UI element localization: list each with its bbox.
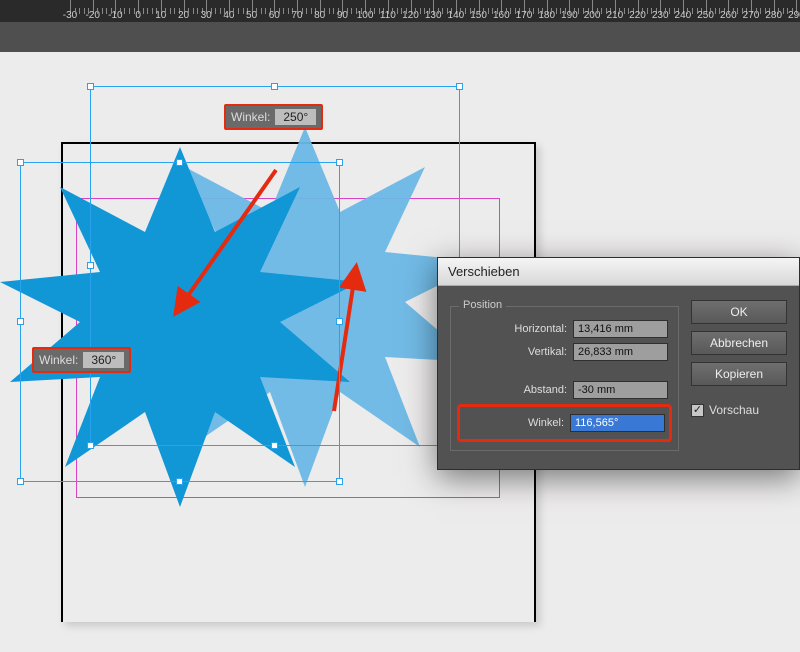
angle-tooltip-360: Winkel: 360° [32, 347, 131, 373]
vertical-row: Vertikal: [461, 343, 668, 361]
ruler-horizontal: -30-20-100102030405060708090100110120130… [0, 0, 800, 22]
angle-tooltip-label: Winkel: [39, 353, 78, 367]
selection-box-ghost[interactable] [90, 86, 460, 446]
cancel-button[interactable]: Abbrechen [691, 331, 787, 355]
angle-tooltip-250: Winkel: 250° [224, 104, 323, 130]
move-dialog[interactable]: Verschieben Position Horizontal: Vertika… [437, 257, 800, 470]
toolbar-dark-strip [0, 22, 800, 52]
angle-highlight: Winkel: [457, 404, 672, 442]
angle-tooltip-value: 250° [275, 109, 316, 125]
angle-input[interactable] [570, 414, 665, 432]
distance-label: Abstand: [524, 384, 567, 396]
horizontal-input[interactable] [573, 320, 668, 338]
preview-checkbox[interactable]: ✓ Vorschau [691, 403, 787, 417]
canvas-area[interactable]: Winkel: 250° Winkel: 360° Verschieben Po… [0, 52, 800, 600]
copy-button[interactable]: Kopieren [691, 362, 787, 386]
distance-input[interactable] [573, 381, 668, 399]
dialog-title[interactable]: Verschieben [438, 258, 799, 286]
vertical-label: Vertikal: [528, 346, 567, 358]
angle-label: Winkel: [528, 417, 564, 429]
horizontal-label: Horizontal: [514, 323, 567, 335]
angle-tooltip-value: 360° [83, 352, 124, 368]
ok-button[interactable]: OK [691, 300, 787, 324]
angle-row: Winkel: [464, 414, 665, 432]
horizontal-row: Horizontal: [461, 320, 668, 338]
position-legend: Position [459, 299, 506, 311]
distance-row: Abstand: [461, 381, 668, 399]
vertical-input[interactable] [573, 343, 668, 361]
angle-tooltip-label: Winkel: [231, 110, 270, 124]
check-icon: ✓ [691, 404, 704, 417]
position-group: Position Horizontal: Vertikal: Abstand: [450, 306, 679, 451]
preview-label: Vorschau [709, 403, 759, 417]
